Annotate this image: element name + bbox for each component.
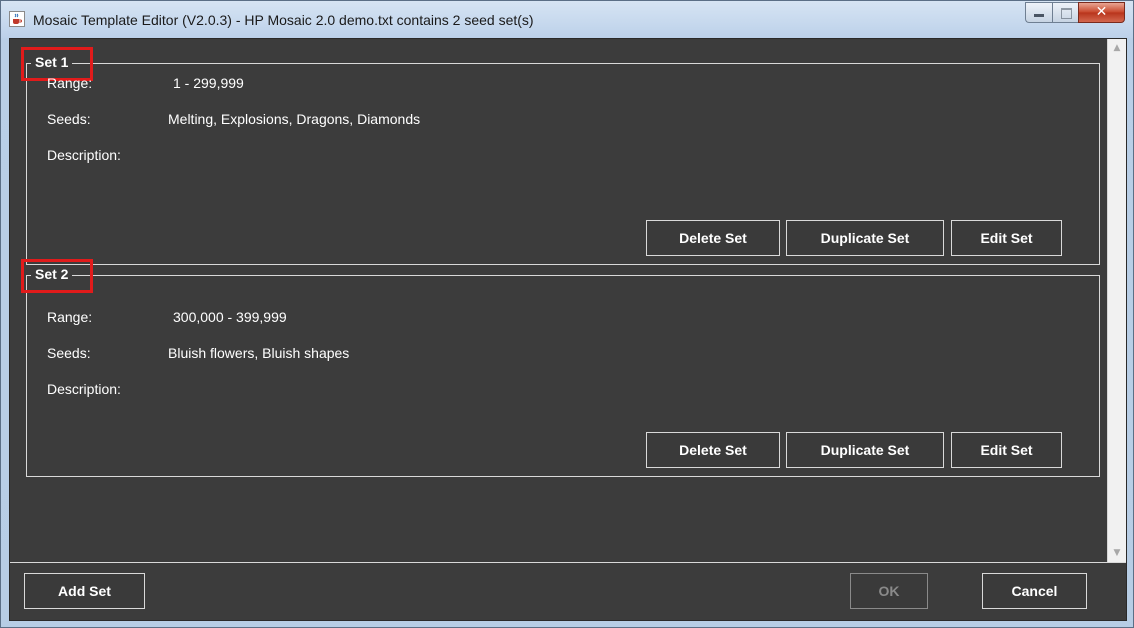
minimize-button[interactable] xyxy=(1025,2,1052,23)
set-panel-1: Set 1 Range: 1 - 299,999 Seeds: Melting,… xyxy=(21,47,1100,265)
set-panel-2: Set 2 Range: 300,000 - 399,999 Seeds: Bl… xyxy=(21,259,1100,477)
description-label: Description: xyxy=(47,381,121,397)
range-value: 1 - 299,999 xyxy=(173,75,244,91)
seeds-value: Melting, Explosions, Dragons, Diamonds xyxy=(168,111,421,127)
editor-window: Mosaic Template Editor (V2.0.3) - HP Mos… xyxy=(0,0,1134,628)
vertical-scrollbar[interactable]: ▲ ▼ xyxy=(1107,39,1126,562)
seeds-label: Seeds: xyxy=(47,345,91,361)
client-area: Set 1 Range: 1 - 299,999 Seeds: Melting,… xyxy=(9,38,1127,621)
range-value: 300,000 - 399,999 xyxy=(173,309,287,325)
duplicate-set-button[interactable]: Duplicate Set xyxy=(786,220,944,256)
maximize-icon xyxy=(1061,8,1072,19)
description-label: Description: xyxy=(47,147,121,163)
range-label: Range: xyxy=(47,75,93,91)
title-bar[interactable]: Mosaic Template Editor (V2.0.3) - HP Mos… xyxy=(1,1,1133,38)
seeds-value: Bluish flowers, Bluish shapes xyxy=(168,345,350,361)
seeds-label: Seeds: xyxy=(47,111,91,127)
java-cup-icon[interactable] xyxy=(9,11,25,27)
ok-button[interactable]: OK xyxy=(850,573,928,609)
cancel-button[interactable]: Cancel xyxy=(982,573,1087,609)
window-controls: ✕ xyxy=(1025,2,1125,24)
edit-set-button[interactable]: Edit Set xyxy=(951,220,1062,256)
set-title-highlight xyxy=(21,259,93,293)
sets-scroll-area[interactable]: Set 1 Range: 1 - 299,999 Seeds: Melting,… xyxy=(10,39,1107,562)
maximize-button[interactable] xyxy=(1052,2,1078,23)
delete-set-button[interactable]: Delete Set xyxy=(646,432,780,468)
window-title: Mosaic Template Editor (V2.0.3) - HP Mos… xyxy=(33,12,534,28)
close-icon: ✕ xyxy=(1095,4,1108,20)
range-label: Range: xyxy=(47,309,93,325)
footer-divider xyxy=(10,562,1126,563)
scroll-down-icon[interactable]: ▼ xyxy=(1108,545,1126,561)
duplicate-set-button[interactable]: Duplicate Set xyxy=(786,432,944,468)
scroll-up-icon[interactable]: ▲ xyxy=(1108,40,1126,56)
minimize-icon xyxy=(1034,14,1044,17)
delete-set-button[interactable]: Delete Set xyxy=(646,220,780,256)
close-button[interactable]: ✕ xyxy=(1078,2,1125,23)
edit-set-button[interactable]: Edit Set xyxy=(951,432,1062,468)
add-set-button[interactable]: Add Set xyxy=(24,573,145,609)
